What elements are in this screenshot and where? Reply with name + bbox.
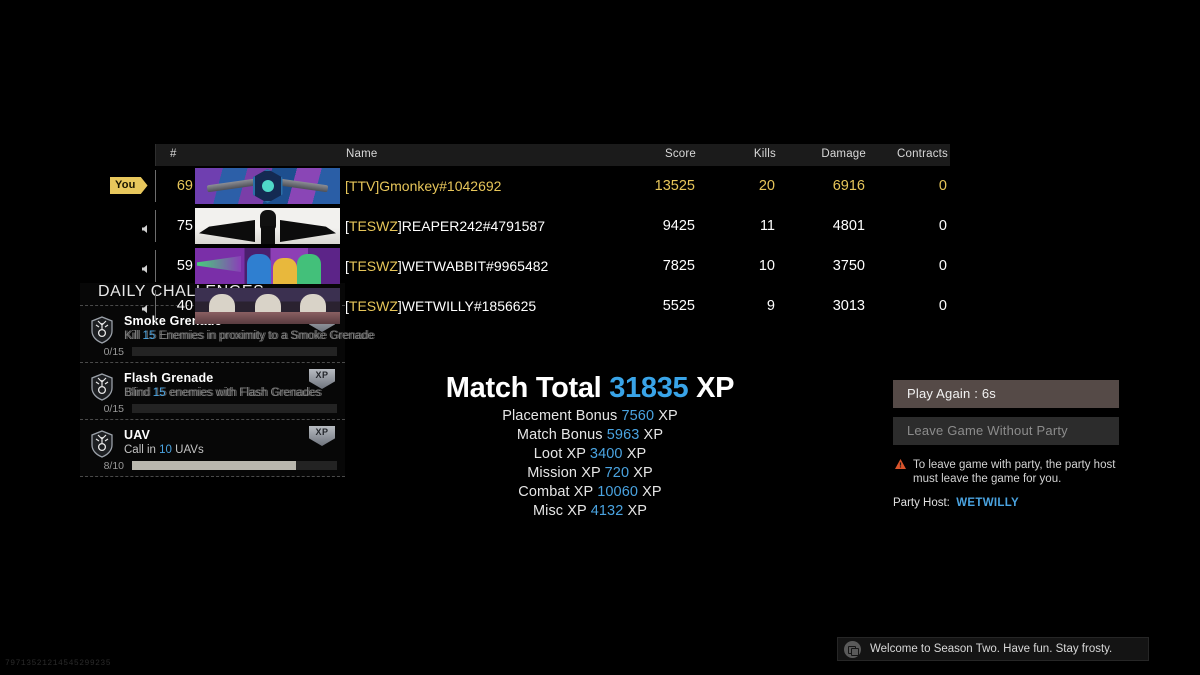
player-name: [TESWZ]WETWABBIT#9965482 — [345, 258, 549, 274]
xp-reward-badge: XP — [309, 426, 335, 446]
xp-breakdown-row: Misc XP 4132 XP — [532, 503, 648, 519]
leave-game-warning: To leave game with party, the party host… — [893, 458, 1117, 486]
table-row[interactable]: 59 [TESWZ]WETWABBIT#9965482 7825 10 3750… — [142, 246, 950, 286]
match-total-title: Match Total 31835 XP — [445, 372, 735, 404]
party-host-name: WETWILLY — [956, 497, 1019, 509]
divider — [80, 476, 345, 477]
row-divider — [155, 250, 156, 282]
challenge-progress-label: 8/10 — [103, 460, 124, 472]
play-again-button[interactable]: Play Again : 6s — [893, 380, 1119, 408]
player-kills: 9 — [766, 298, 775, 314]
player-damage: 3750 — [832, 258, 865, 274]
challenge-description: Kill 15 Enemies in proximity to a Smoke … — [124, 330, 374, 342]
match-total-section: Match Total 31835 XP Placement Bonus 756… — [440, 372, 740, 519]
player-calling-card — [195, 208, 340, 244]
challenge-progress-bar — [132, 347, 337, 356]
challenge-progress-bar — [132, 461, 337, 470]
player-damage: 3013 — [832, 298, 865, 314]
speaker-mute-icon[interactable] — [141, 261, 151, 273]
player-score: 7825 — [662, 258, 695, 274]
scoreboard: # Name Score Kills Damage Contracts You … — [110, 144, 950, 326]
challenge-progress-bar — [132, 404, 337, 413]
player-name: [TTV]Gmonkey#1042692 — [345, 178, 502, 194]
player-score: 5525 — [662, 298, 695, 314]
player-name: [TESWZ]WETWILLY#1856625 — [345, 298, 537, 314]
scoreboard-header: # Name Score Kills Damage Contracts — [155, 144, 950, 166]
player-kills: 11 — [759, 218, 775, 234]
challenge-name: UAV — [124, 428, 151, 442]
row-divider — [155, 210, 156, 242]
xp-breakdown-row: Loot XP 3400 XP — [533, 446, 647, 462]
game-results-screen: DAILY CHALLENGES Smoke Grenade Kill 15 E… — [0, 0, 1200, 675]
table-row[interactable]: 75 [TESWZ]REAPER242#4791587 9425 11 4801… — [142, 206, 950, 246]
challenge-progress: 0/15 — [88, 403, 337, 415]
speaker-mute-icon[interactable] — [141, 301, 151, 313]
session-id-watermark: 79713521214545299235 — [5, 659, 112, 668]
challenge-item[interactable]: Flash Grenade Blind 15 enemies with Flas… — [80, 363, 345, 419]
player-contracts: 0 — [938, 218, 947, 234]
player-contracts: 0 — [938, 178, 947, 194]
row-divider — [155, 170, 156, 202]
player-kills: 20 — [758, 178, 775, 194]
xp-reward-badge: XP — [309, 369, 335, 389]
player-contracts: 0 — [938, 298, 947, 314]
challenge-item[interactable]: UAV Call in 10 UAVs XP 8/10 — [80, 420, 345, 476]
player-rank: 40 — [176, 298, 193, 314]
player-damage: 6916 — [832, 178, 865, 194]
notification-icon — [844, 640, 861, 658]
row-divider — [155, 290, 156, 322]
warning-icon — [895, 459, 906, 469]
table-row[interactable]: You 69 [TTV]Gmonkey#1042692 13525 20 691… — [110, 166, 950, 206]
player-name: [TESWZ]REAPER242#4791587 — [345, 218, 545, 234]
you-indicator-badge: You — [110, 177, 148, 194]
notification-text: Welcome to Season Two. Have fun. Stay fr… — [870, 643, 1113, 655]
xp-breakdown-row: Mission XP 720 XP — [527, 465, 653, 481]
leave-game-warning-text: To leave game with party, the party host… — [913, 459, 1116, 485]
xp-breakdown-row: Combat XP 10060 XP — [518, 484, 662, 500]
challenge-shield-icon — [90, 316, 114, 344]
column-header-score: Score — [664, 148, 696, 160]
speaker-mute-icon[interactable] — [141, 221, 151, 233]
player-rank: 59 — [176, 258, 193, 274]
challenge-name: Flash Grenade — [124, 371, 214, 385]
player-damage: 4801 — [832, 218, 865, 234]
column-header-damage: Damage — [821, 148, 866, 160]
player-calling-card — [195, 168, 340, 204]
player-score: 13525 — [654, 178, 695, 194]
player-contracts: 0 — [938, 258, 947, 274]
player-calling-card — [195, 248, 340, 284]
notification-toast[interactable]: Welcome to Season Two. Have fun. Stay fr… — [837, 637, 1149, 661]
party-host-row: Party Host: WETWILLY — [893, 497, 1119, 509]
challenge-progress-label: 0/15 — [103, 403, 124, 415]
column-header-contracts: Contracts — [896, 148, 948, 160]
column-header-rank: # — [170, 148, 177, 160]
player-score: 9425 — [662, 218, 695, 234]
xp-breakdown-row: Placement Bonus 7560 XP — [502, 408, 678, 424]
challenge-shield-icon — [90, 430, 114, 458]
challenge-progress-label: 0/15 — [103, 346, 124, 358]
match-actions-panel: Play Again : 6s Leave Game Without Party… — [893, 380, 1119, 509]
player-rank: 69 — [176, 178, 193, 194]
player-rank: 75 — [176, 218, 193, 234]
challenge-progress: 8/10 — [88, 460, 337, 472]
leave-game-button[interactable]: Leave Game Without Party — [893, 417, 1119, 445]
table-row[interactable]: 40 [TESWZ]WETWILLY#1856625 5525 9 3013 0 — [142, 286, 950, 326]
match-total-value: 31835 — [609, 372, 689, 404]
party-host-label: Party Host: — [893, 497, 950, 509]
column-header-name: Name — [346, 148, 378, 160]
challenge-progress-fill — [132, 461, 296, 470]
challenge-shield-icon — [90, 373, 114, 401]
challenge-description: Call in 10 UAVs — [124, 444, 204, 456]
xp-breakdown-row: Match Bonus 5963 XP — [516, 427, 664, 443]
player-kills: 10 — [758, 258, 775, 274]
challenge-description: Blind 15 enemies with Flash Grenades — [124, 387, 321, 399]
player-calling-card — [195, 288, 340, 324]
challenge-progress: 0/15 — [88, 346, 337, 358]
column-header-kills: Kills — [753, 148, 776, 160]
